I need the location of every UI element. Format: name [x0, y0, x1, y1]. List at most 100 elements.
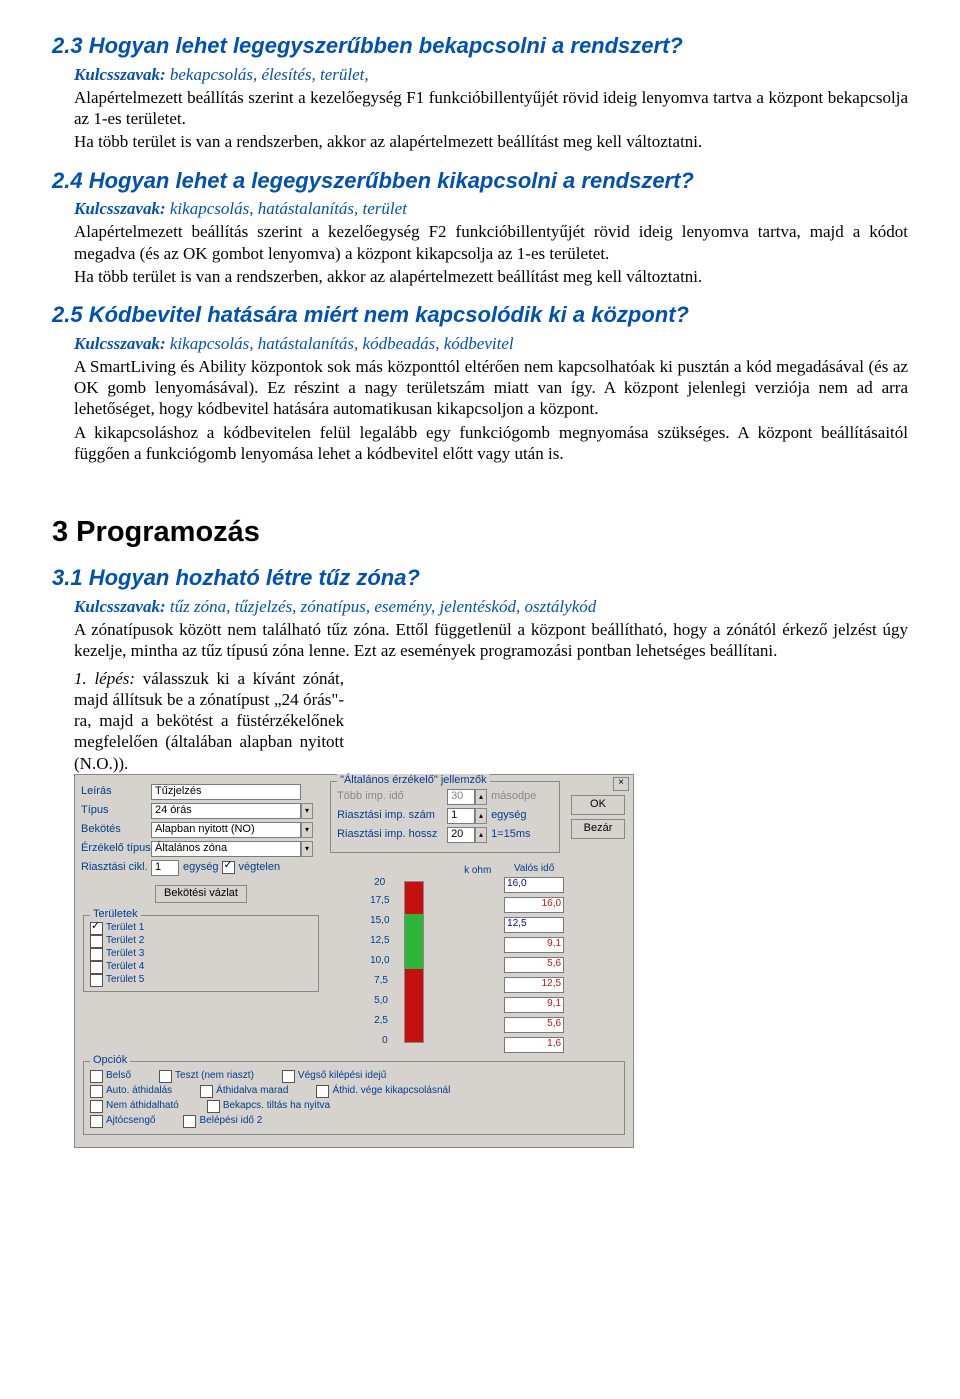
checkbox-vegtelen[interactable] — [222, 861, 235, 874]
band-green — [405, 914, 423, 969]
input-tobb-imp-ido: 30 — [447, 789, 475, 805]
cb-ajtocsengo[interactable] — [90, 1115, 103, 1128]
heading-3: 3 Programozás — [52, 514, 908, 550]
checkbox-terulet-5[interactable] — [90, 974, 103, 987]
p: A kikapcsoláshoz a kódbevitelen felül le… — [74, 422, 908, 465]
unit-egyseg: egység — [183, 861, 218, 875]
label-tobb-imp-ido: Több imp. idő — [337, 790, 447, 804]
keywords-3-1: Kulcsszavak: tűz zóna, tűzjelzés, zónatí… — [74, 596, 908, 617]
body-2-3: Alapértelmezett beállítás szerint a keze… — [74, 87, 908, 153]
checkbox-terulet-3[interactable] — [90, 948, 103, 961]
value-box: 12,5 — [504, 917, 564, 933]
label-terulet-3: Terület 3 — [106, 948, 144, 961]
kohm-label: k ohm — [464, 865, 491, 878]
label-erzekelo: Érzékelő típus — [81, 842, 151, 856]
cb-label: Áthidalva marad — [216, 1085, 288, 1098]
kw-text: bekapcsolás, élesítés, terület, — [166, 65, 369, 84]
label-riaszt-imp-hossz: Riasztási imp. hossz — [337, 828, 447, 842]
select-erzekelo[interactable]: Általános zóna — [151, 841, 301, 857]
valos-ido-label: Valós idő — [504, 863, 564, 876]
input-leiras[interactable]: Tűzjelzés — [151, 784, 301, 800]
keywords-2-5: Kulcsszavak: kikapcsolás, hatástalanítás… — [74, 333, 908, 354]
cb-athidalva-marad[interactable] — [200, 1085, 213, 1098]
cb-auto-athidalas[interactable] — [90, 1085, 103, 1098]
p: A zónatípusok között nem található tűz z… — [74, 619, 908, 662]
select-tipus[interactable]: 24 órás — [151, 803, 301, 819]
bekotesi-vazlat-button[interactable]: Bekötési vázlat — [155, 885, 247, 903]
value-box: 16,0 — [504, 897, 564, 913]
p: A SmartLiving és Ability központok sok m… — [74, 356, 908, 420]
value-box: 9,1 — [504, 937, 564, 953]
cb-teszt[interactable] — [159, 1070, 172, 1083]
kw-text: kikapcsolás, hatástalanítás, terület — [166, 199, 407, 218]
tick: 10,0 — [370, 955, 389, 968]
bar-track — [404, 881, 424, 1043]
input-riaszt-cikl[interactable]: 1 — [151, 860, 179, 876]
tick: 20 — [374, 877, 385, 890]
cb-label: Ajtócsengő — [106, 1115, 155, 1128]
label-bekotes: Bekötés — [81, 823, 151, 837]
group-title-opciok: Opciók — [90, 1054, 130, 1068]
unit-time: 1=15ms — [491, 828, 530, 842]
heading-3-1: 3.1 Hogyan hozható létre tűz zóna? — [52, 564, 908, 592]
unit-masodperc: másodpe — [491, 790, 536, 804]
select-bekotes[interactable]: Alapban nyitott (NO) — [151, 822, 301, 838]
checkbox-terulet-4[interactable] — [90, 961, 103, 974]
band-red-bottom — [405, 969, 423, 1042]
value-box: 16,0 — [504, 877, 564, 893]
kw-text: tűz zóna, tűzjelzés, zónatípus, esemény,… — [166, 597, 597, 616]
tick: 5,0 — [374, 995, 388, 1008]
resistance-chart: k ohm 20 17,5 15,0 12,5 10,0 7,5 5,0 2,5… — [334, 863, 594, 1053]
ok-button[interactable]: OK — [571, 795, 625, 815]
kw-label: Kulcsszavak: — [74, 199, 166, 218]
cb-athid-vege[interactable] — [316, 1085, 329, 1098]
kw-label: Kulcsszavak: — [74, 597, 166, 616]
chevron-down-icon[interactable]: ▾ — [301, 841, 313, 857]
group-teruletek: Területek Terület 1 Terület 2 Terület 3 … — [83, 915, 319, 992]
spinner-icon: ▴ — [475, 789, 487, 805]
body-2-5: A SmartLiving és Ability központok sok m… — [74, 356, 908, 464]
cb-nem-athidalhato[interactable] — [90, 1100, 103, 1113]
kw-text: kikapcsolás, hatástalanítás, kódbeadás, … — [166, 334, 514, 353]
chevron-down-icon[interactable]: ▾ — [301, 803, 313, 819]
spinner-icon[interactable]: ▴ — [475, 808, 487, 824]
cb-bekapcs-tiltas[interactable] — [207, 1100, 220, 1113]
cb-label: Végső kilépési idejű — [298, 1070, 386, 1083]
cb-belepesi-ido-2[interactable] — [183, 1115, 196, 1128]
label-riaszt-imp-szam: Riasztási imp. szám — [337, 809, 447, 823]
input-riaszt-imp-szam[interactable]: 1 — [447, 808, 475, 824]
cb-label: Áthid. vége kikapcsolásnál — [332, 1085, 450, 1098]
group-title-sensor: "Általános érzékelő" jellemzők — [337, 774, 490, 788]
cb-vegso-kilepesi[interactable] — [282, 1070, 295, 1083]
step-1-text: 1. lépés: válasszuk ki a kívánt zónát, m… — [74, 668, 344, 774]
value-box: 5,6 — [504, 957, 564, 973]
unit-egyseg2: egység — [491, 809, 526, 823]
heading-2-5: 2.5 Kódbevitel hatására miért nem kapcso… — [52, 301, 908, 329]
label-terulet-1: Terület 1 — [106, 922, 144, 935]
cb-label: Belépési idő 2 — [199, 1115, 262, 1128]
close-button[interactable]: Bezár — [571, 819, 625, 839]
close-icon[interactable]: × — [613, 777, 629, 791]
tick: 12,5 — [370, 935, 389, 948]
cb-belso[interactable] — [90, 1070, 103, 1083]
label-terulet-4: Terület 4 — [106, 961, 144, 974]
step-label: 1. lépés: — [74, 669, 135, 688]
tick: 2,5 — [374, 1015, 388, 1028]
p: Alapértelmezett beállítás szerint a keze… — [74, 221, 908, 264]
zone-settings-dialog: × OK Bezár Leírás Tűzjelzés Típus 24 órá… — [74, 774, 634, 1148]
input-riaszt-imp-hossz[interactable]: 20 — [447, 827, 475, 843]
chevron-down-icon[interactable]: ▾ — [301, 822, 313, 838]
label-terulet-5: Terület 5 — [106, 974, 144, 987]
value-box: 5,6 — [504, 1017, 564, 1033]
checkbox-terulet-2[interactable] — [90, 935, 103, 948]
spinner-icon[interactable]: ▴ — [475, 827, 487, 843]
label-tipus: Típus — [81, 804, 151, 818]
band-red-top — [405, 882, 423, 914]
tick: 7,5 — [374, 975, 388, 988]
body-2-4: Alapértelmezett beállítás szerint a keze… — [74, 221, 908, 287]
cb-label: Auto. áthidalás — [106, 1085, 172, 1098]
checkbox-terulet-1[interactable] — [90, 922, 103, 935]
kw-label: Kulcsszavak: — [74, 65, 166, 84]
tick: 0 — [382, 1035, 388, 1048]
cb-label: Belső — [106, 1070, 131, 1083]
